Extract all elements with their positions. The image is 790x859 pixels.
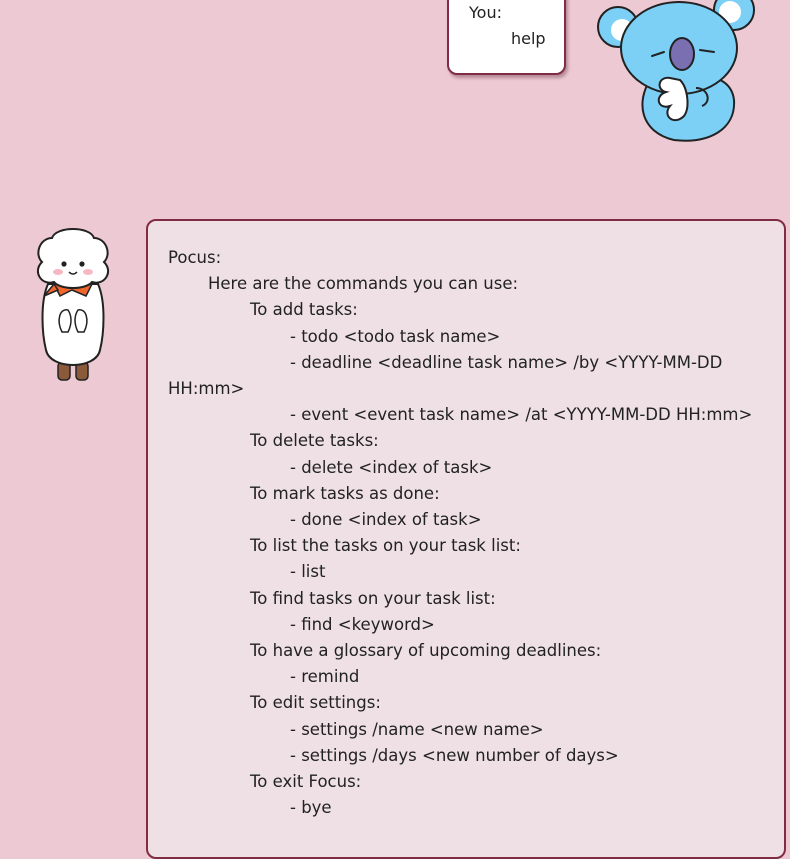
command-deadline-wrap: HH:mm>: [168, 379, 245, 399]
section-heading-add: To add tasks:: [250, 300, 358, 320]
section-heading-done: To mark tasks as done:: [250, 483, 440, 503]
section-heading-delete: To delete tasks:: [250, 431, 379, 451]
command-remind: - remind: [290, 667, 360, 687]
sheep-avatar: [36, 228, 110, 381]
bot-sender-label: Pocus:: [168, 248, 222, 267]
section-heading-remind: To have a glossary of upcoming deadlines…: [250, 641, 602, 661]
section-heading-list: To list the tasks on your task list:: [250, 536, 521, 556]
command-settings-name: - settings /name <new name>: [290, 719, 544, 739]
command-event: - event <event task name> /at <YYYY-MM-D…: [290, 405, 753, 425]
bot-message-bubble: Pocus: Here are the commands you can use…: [146, 219, 786, 859]
command-todo: - todo <todo task name>: [290, 326, 501, 346]
bot-intro-text: Here are the commands you can use:: [208, 274, 519, 294]
command-list: To add tasks: - todo <todo task name> - …: [168, 297, 784, 821]
section-heading-exit: To exit Focus:: [250, 772, 362, 792]
user-message-bubble: You: help: [447, 0, 566, 75]
user-message-text: help: [511, 29, 546, 48]
command-delete: - delete <index of task>: [290, 457, 493, 477]
command-list-item: - list: [290, 562, 326, 582]
section-heading-settings: To edit settings:: [250, 693, 381, 713]
koala-avatar: [597, 0, 755, 142]
command-find: - find <keyword>: [290, 614, 435, 634]
section-heading-find: To find tasks on your task list:: [250, 588, 496, 608]
command-deadline: - deadline <deadline task name> /by <YYY…: [290, 352, 723, 372]
command-settings-days: - settings /days <new number of days>: [290, 745, 619, 765]
command-done: - done <index of task>: [290, 510, 482, 530]
